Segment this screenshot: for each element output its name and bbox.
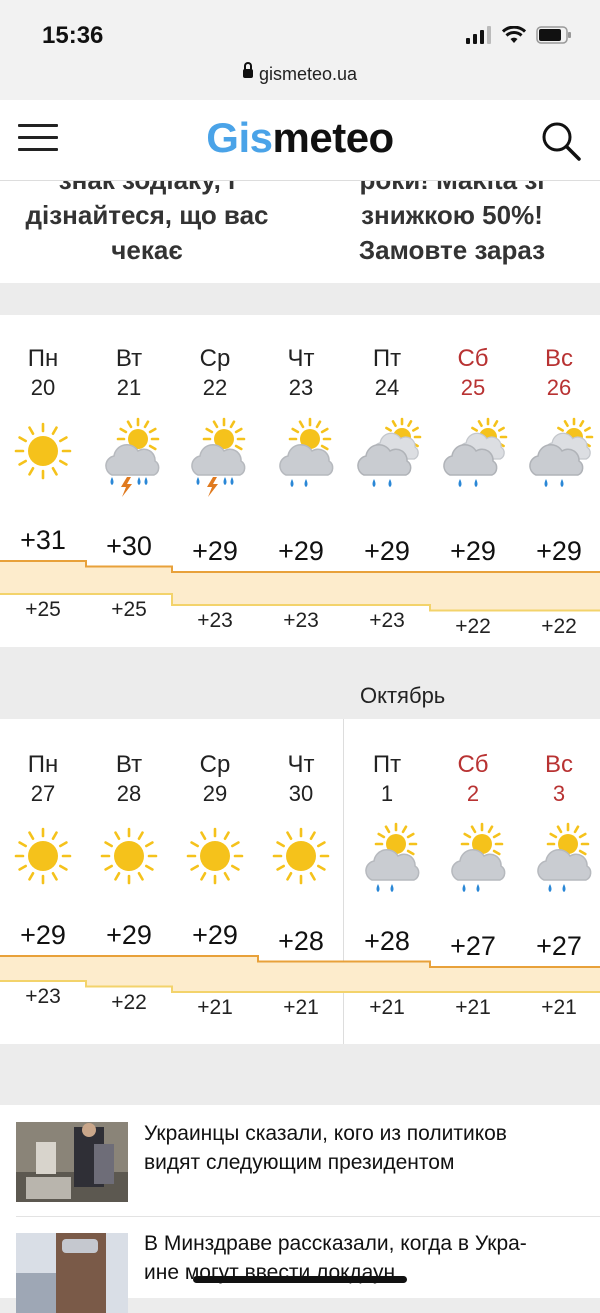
thunderstorm-icon <box>105 417 160 497</box>
site-header: Gismeteo <box>0 100 600 181</box>
day-column-Чт[interactable]: Чт 23 <box>258 345 344 401</box>
day-column-Ср[interactable]: Ср 22 <box>172 345 258 401</box>
sun-cloud-rain-icon <box>365 822 420 892</box>
ads-strip: знак зодіаку, і дізнайтеся, що вас чекає… <box>0 181 600 283</box>
day-name: Вс <box>544 345 573 372</box>
thunderstorm-icon <box>191 417 246 497</box>
ad-left[interactable]: знак зодіаку, і дізнайтеся, що вас чекає <box>2 181 292 268</box>
day-number: 22 <box>202 375 228 400</box>
news-thumbnail <box>16 1233 128 1313</box>
sun-icon <box>272 827 330 885</box>
news-title: Украинцы сказали, кого из политиков видя… <box>144 1122 507 1174</box>
forecast-week-1: Пн 20 +31 +25 Вт 21 +30 +25 Ср 22 +29 +23 Чт 23 +29 +23… <box>0 315 600 647</box>
day-name: Пт <box>372 751 402 778</box>
home-indicator <box>193 1276 407 1283</box>
day-name: Вт <box>115 751 143 778</box>
day-name: Чт <box>287 345 315 372</box>
cloudy-rain-icon <box>357 417 422 487</box>
day-column-Вс[interactable]: Вс 26 <box>516 345 600 401</box>
day-column-Сб[interactable]: Сб 25 <box>430 345 516 401</box>
day-number: 28 <box>116 781 142 806</box>
day-number: 25 <box>460 375 486 400</box>
status-icons <box>466 26 572 44</box>
day-number: 21 <box>116 375 142 400</box>
temperature-band <box>0 560 600 612</box>
signal-icon <box>466 26 491 44</box>
day-number: 23 <box>288 375 314 400</box>
news-thumbnail <box>16 1122 128 1202</box>
day-column-Вт[interactable]: Вт 21 <box>86 345 172 401</box>
sun-icon <box>186 827 244 885</box>
day-column-Вт[interactable]: Вт 28 <box>86 751 172 807</box>
day-name: Ср <box>199 751 231 778</box>
day-number: 27 <box>30 781 56 806</box>
day-name: Пн <box>27 345 59 372</box>
day-name: Чт <box>287 751 315 778</box>
day-number: 26 <box>546 375 572 400</box>
day-column-Пн[interactable]: Пн 20 <box>0 345 86 401</box>
sun-cloud-rain-icon <box>537 822 592 892</box>
month-label: Октябрь <box>360 683 446 708</box>
lock-icon <box>242 61 253 78</box>
day-number: 2 <box>466 781 480 806</box>
sun-cloud-rain-icon <box>451 822 506 892</box>
forecast-week-2: Пн 27 +29 +23 Вт 28 +29 +22 Ср 29 +29 +21 Чт 30 +28 +21… <box>0 719 600 1044</box>
day-number: 1 <box>380 781 394 806</box>
day-column-Пт[interactable]: Пт 24 <box>344 345 430 401</box>
cloudy-rain-icon <box>443 417 508 487</box>
day-column-Пт[interactable]: Пт 1 <box>344 751 430 807</box>
temperature-band <box>0 955 600 993</box>
day-name: Вс <box>544 751 573 778</box>
url-text: gismeteo.ua <box>258 64 358 84</box>
day-name: Вт <box>115 345 143 372</box>
news-item[interactable]: Украинцы сказали, кого из политиков видя… <box>0 1105 600 1215</box>
day-number: 20 <box>30 375 56 400</box>
day-name: Сб <box>457 345 489 372</box>
wifi-icon <box>502 26 526 43</box>
address-bar[interactable]: gismeteo.ua <box>0 61 600 85</box>
day-number: 30 <box>288 781 314 806</box>
sun-icon <box>100 827 158 885</box>
day-number: 29 <box>202 781 228 806</box>
battery-icon <box>536 26 571 44</box>
search-icon[interactable] <box>540 120 582 162</box>
day-column-Ср[interactable]: Ср 29 <box>172 751 258 807</box>
day-column-Пн[interactable]: Пн 27 <box>0 751 86 807</box>
news-item[interactable]: В Минздраве рассказали, когда в Укра- ин… <box>0 1217 600 1313</box>
sun-icon <box>14 827 72 885</box>
day-column-Сб[interactable]: Сб 2 <box>430 751 516 807</box>
sun-icon <box>14 422 72 480</box>
day-name: Сб <box>457 751 489 778</box>
day-column-Вс[interactable]: Вс 3 <box>516 751 600 807</box>
day-number: 3 <box>552 781 566 806</box>
site-logo[interactable]: Gismeteo <box>0 114 600 162</box>
day-number: 24 <box>374 375 400 400</box>
news-list: Украинцы сказали, кого из политиков видя… <box>0 1105 600 1313</box>
cloudy-rain-icon <box>529 417 594 487</box>
day-name: Пн <box>27 751 59 778</box>
day-column-Чт[interactable]: Чт 30 <box>258 751 344 807</box>
ad-right[interactable]: роки! Makita зі знижкою 50%! Замовте зар… <box>307 181 597 268</box>
day-name: Ср <box>199 345 231 372</box>
status-time: 15:36 <box>42 22 104 49</box>
browser-status-bar: 15:36 gismeteo.ua <box>0 0 600 100</box>
sun-cloud-rain-icon <box>279 417 334 487</box>
day-name: Пт <box>372 345 402 372</box>
